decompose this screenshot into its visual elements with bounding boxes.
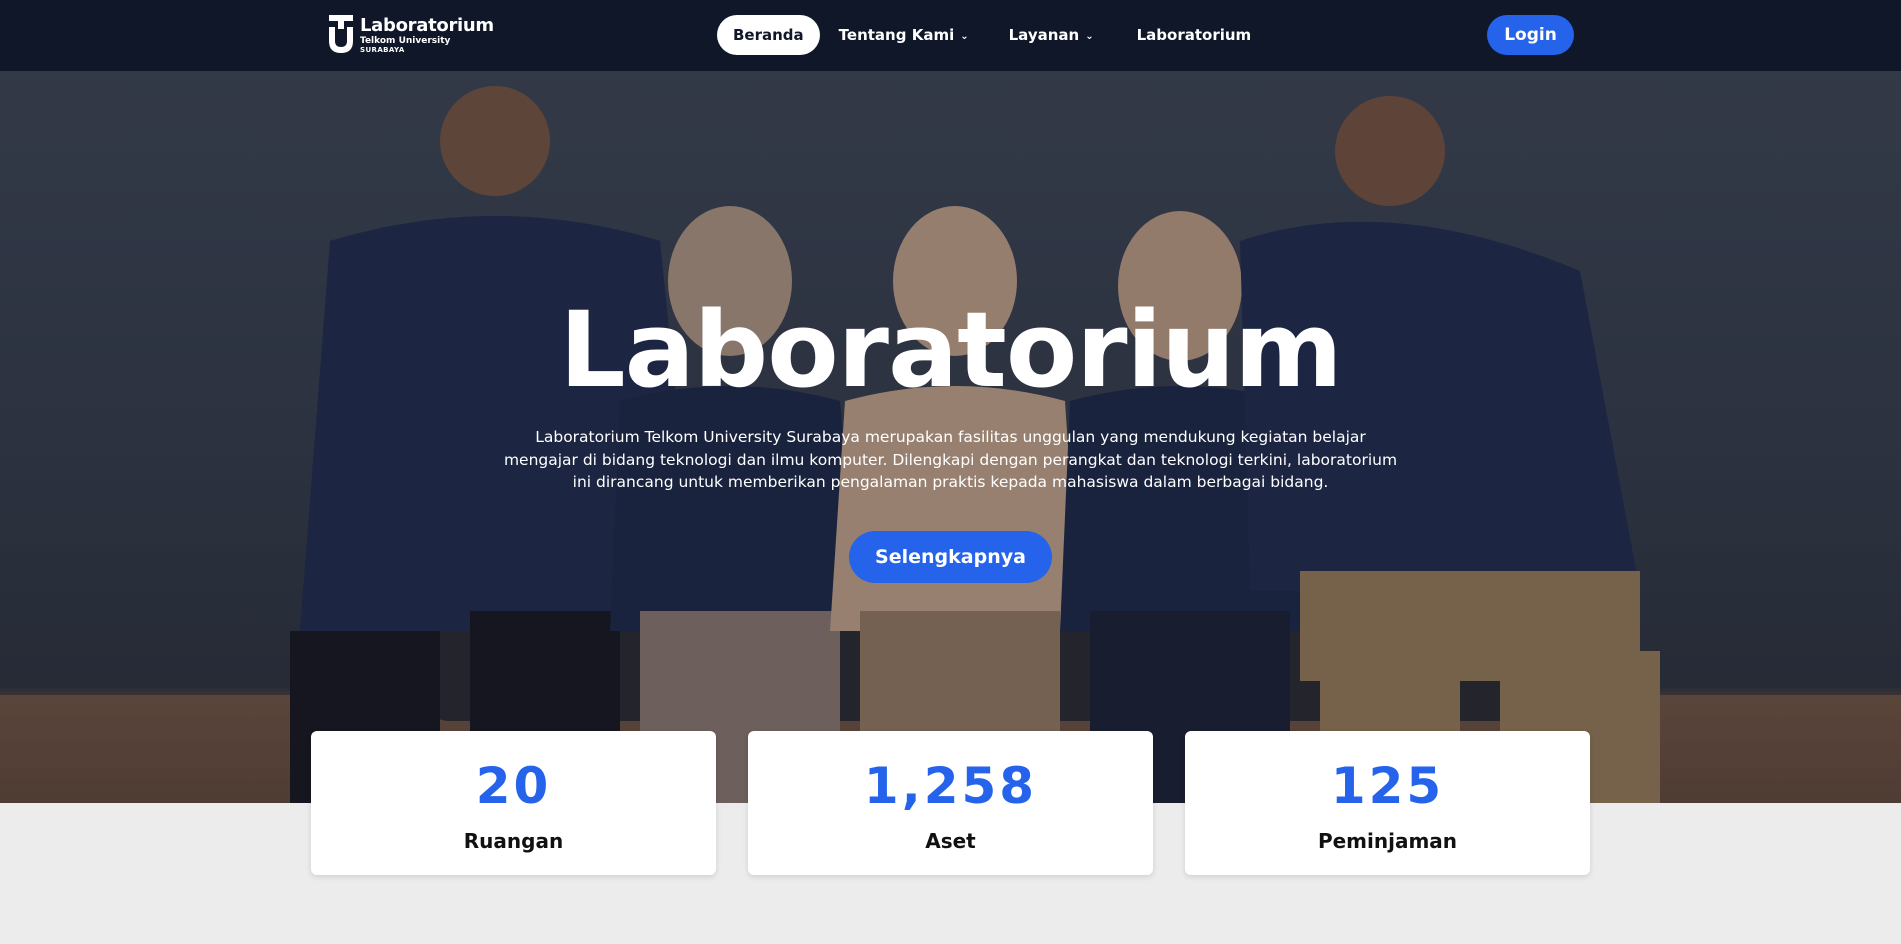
stat-value: 125 bbox=[1330, 757, 1445, 815]
stat-label: Ruangan bbox=[463, 829, 564, 853]
hero-section: Laboratorium Laboratorium Telkom Univers… bbox=[0, 71, 1901, 803]
chevron-down-icon: ⌄ bbox=[960, 30, 969, 42]
stat-card-ruangan: 20 Ruangan bbox=[311, 731, 716, 875]
chevron-down-icon: ⌄ bbox=[1085, 30, 1094, 42]
stat-card-peminjaman: 125 Peminjaman bbox=[1185, 731, 1590, 875]
navbar: Laboratorium Telkom University SURABAYA … bbox=[0, 0, 1901, 71]
stat-label: Aset bbox=[925, 829, 976, 853]
selengkapnya-button[interactable]: Selengkapnya bbox=[849, 531, 1052, 583]
stat-card-aset: 1,258 Aset bbox=[748, 731, 1153, 875]
nav-item-label: Laboratorium bbox=[1136, 26, 1252, 44]
nav-menu: Beranda Tentang Kami ⌄ Layanan ⌄ Laborat… bbox=[717, 15, 1251, 55]
logo-subtitle: Telkom University bbox=[360, 35, 451, 46]
nav-item-label: Layanan bbox=[1008, 26, 1080, 44]
login-button[interactable]: Login bbox=[1487, 15, 1574, 55]
logo-text: Laboratorium Telkom University SURABAYA bbox=[360, 14, 494, 54]
stat-value: 1,258 bbox=[863, 757, 1038, 815]
site-logo[interactable]: Laboratorium Telkom University SURABAYA bbox=[327, 15, 494, 55]
nav-item-beranda[interactable]: Beranda bbox=[717, 15, 820, 55]
nav-item-label: Tentang Kami bbox=[838, 26, 955, 44]
telkom-university-logo-icon bbox=[329, 15, 353, 53]
logo-title: Laboratorium bbox=[360, 14, 494, 36]
nav-item-tentang-kami[interactable]: Tentang Kami ⌄ bbox=[839, 15, 969, 55]
hero-description: Laboratorium Telkom University Surabaya … bbox=[503, 428, 1398, 491]
nav-item-label: Beranda bbox=[733, 26, 804, 44]
nav-item-layanan[interactable]: Layanan ⌄ bbox=[1009, 15, 1094, 55]
nav-item-laboratorium[interactable]: Laboratorium bbox=[1137, 15, 1252, 55]
stat-label: Peminjaman bbox=[1317, 829, 1458, 853]
logo-location: SURABAYA bbox=[360, 45, 405, 54]
stat-value: 20 bbox=[475, 757, 552, 815]
hero-title: Laboratorium bbox=[559, 289, 1342, 411]
